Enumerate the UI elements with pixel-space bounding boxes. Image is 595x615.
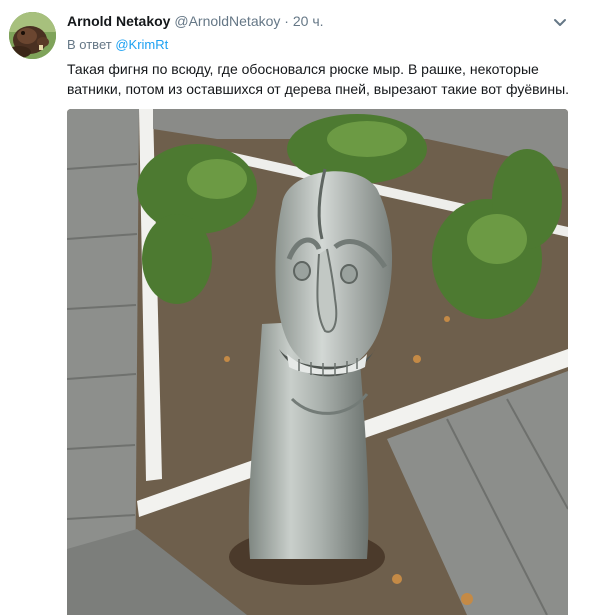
author-name[interactable]: Arnold Netakoy — [67, 13, 170, 29]
timestamp[interactable]: 20 ч. — [293, 13, 324, 29]
tweet: Arnold Netakoy @ArnoldNetakoy · 20 ч. В … — [0, 0, 595, 615]
tweet-text-line: Такая фигня по всюду, где обосновался рю… — [67, 61, 539, 77]
separator: · — [284, 13, 289, 29]
tweet-text-line: ватники, потом из оставшихся от дерева п… — [67, 81, 570, 97]
tweet-header: Arnold Netakoy @ArnoldNetakoy · 20 ч. — [67, 12, 324, 30]
beaver-avatar-icon — [9, 12, 56, 59]
tweet-text: Такая фигня по всюду, где обосновался рю… — [67, 59, 570, 99]
chevron-down-icon[interactable] — [552, 14, 568, 30]
author-handle[interactable]: @ArnoldNetakoy — [174, 13, 280, 29]
carved-stump-photo — [67, 109, 568, 615]
tweet-photo[interactable] — [67, 109, 568, 615]
avatar[interactable] — [9, 12, 56, 59]
reply-context: В ответ @KrimRt — [67, 37, 168, 53]
reply-mention-link[interactable]: @KrimRt — [115, 37, 168, 52]
reply-prefix: В ответ — [67, 37, 112, 52]
